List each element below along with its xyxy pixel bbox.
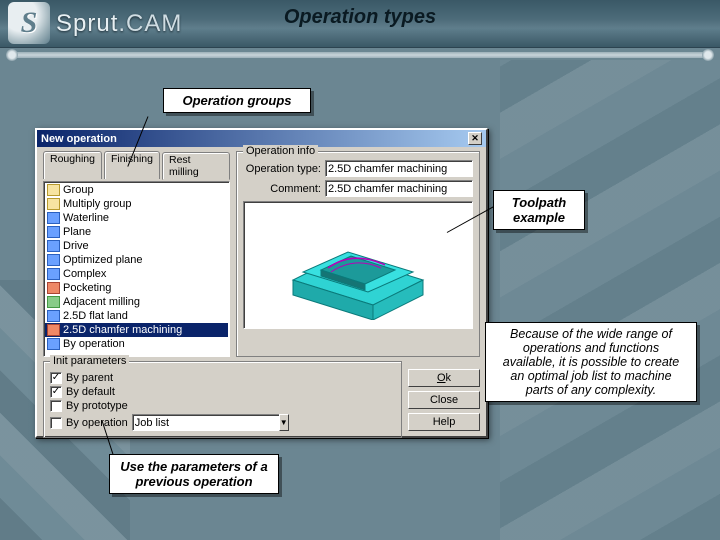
operation-type-field[interactable] — [325, 160, 473, 177]
tree-item[interactable]: 2.5D chamfer machining — [45, 323, 228, 337]
tree-item[interactable]: Plane — [45, 225, 228, 239]
tree-item[interactable]: Optimized plane — [45, 253, 228, 267]
logo-icon: S — [8, 2, 50, 44]
brand-sub: CAM — [126, 10, 182, 37]
tree-item-label: Pocketing — [63, 281, 111, 295]
checkbox-icon[interactable] — [50, 417, 62, 429]
red-icon — [47, 282, 60, 294]
blue-icon — [47, 338, 60, 350]
init-option-label: By operation — [66, 417, 128, 429]
tree-item-label: Group — [63, 183, 94, 197]
tree-item-label: Adjacent milling — [63, 295, 140, 309]
page-title: Operation types — [284, 6, 436, 29]
group-label: Operation info — [243, 145, 318, 157]
tree-item-label: Plane — [63, 225, 91, 239]
dialog-title: New operation — [41, 133, 117, 145]
tree-item[interactable]: Waterline — [45, 211, 228, 225]
close-icon[interactable]: ✕ — [468, 132, 482, 145]
comment-label: Comment: — [243, 183, 321, 195]
tree-item-label: 2.5D chamfer machining — [63, 323, 182, 337]
comment-field[interactable] — [325, 180, 473, 197]
chevron-down-icon[interactable]: ▼ — [279, 414, 289, 431]
init-option-label: By parent — [66, 372, 113, 384]
blue-icon — [47, 226, 60, 238]
callout-description: Because of the wide range of operations … — [485, 322, 697, 402]
callout-use-params: Use the parameters of a previous operati… — [109, 454, 279, 494]
tree-item[interactable]: By operation — [45, 337, 228, 351]
tree-item[interactable]: Adjacent milling — [45, 295, 228, 309]
tree-item-label: Waterline — [63, 211, 109, 225]
checkbox-icon[interactable]: ✓ — [50, 386, 62, 398]
toolpath-preview — [243, 201, 473, 329]
checkbox-icon[interactable]: ✓ — [50, 372, 62, 384]
help-button[interactable]: Help — [408, 413, 480, 431]
init-option-label: By prototype — [66, 400, 128, 412]
blue-icon — [47, 240, 60, 252]
tree-item[interactable]: Drive — [45, 239, 228, 253]
callout-description-text: Because of the wide range of operations … — [496, 327, 686, 397]
operation-tabs: RoughingFinishingRest milling — [43, 151, 230, 179]
green-icon — [47, 296, 60, 308]
tree-item-label: Optimized plane — [63, 253, 143, 267]
tree-item[interactable]: Complex — [45, 267, 228, 281]
callout-toolpath: Toolpath example — [493, 190, 585, 230]
tree-item-label: Drive — [63, 239, 89, 253]
tree-item[interactable]: Multiply group — [45, 197, 228, 211]
brand-main: Sprut — [56, 10, 118, 37]
blue-icon — [47, 310, 60, 322]
tree-item[interactable]: Pocketing — [45, 281, 228, 295]
checkbox-icon[interactable] — [50, 400, 62, 412]
callout-operation-groups: Operation groups — [163, 88, 311, 113]
tree-item-label: Multiply group — [63, 197, 131, 211]
tree-item[interactable]: 2.5D flat land — [45, 309, 228, 323]
type-label: Operation type: — [243, 163, 321, 175]
tree-item-label: 2.5D flat land — [63, 309, 128, 323]
operation-info-group: Operation info Operation type: Comment: — [236, 151, 480, 357]
tree-item[interactable]: Group — [45, 183, 228, 197]
init-option[interactable]: By prototype — [50, 400, 395, 412]
blue-icon — [47, 212, 60, 224]
brand: Sprut.CAM — [56, 10, 182, 38]
init-group-label: Init parameters — [50, 355, 129, 367]
blue-icon — [47, 254, 60, 266]
blue-icon — [47, 268, 60, 280]
preview-icon — [273, 210, 443, 320]
init-option[interactable]: ✓ By default — [50, 386, 395, 398]
ok-button[interactable]: Ok — [408, 369, 480, 387]
operation-tree-panel: RoughingFinishingRest milling GroupMulti… — [43, 151, 230, 357]
decor-rail — [10, 52, 710, 58]
tree-item-label: Complex — [63, 267, 106, 281]
operation-tree[interactable]: GroupMultiply groupWaterlinePlaneDriveOp… — [43, 181, 230, 357]
combo-input[interactable] — [132, 414, 279, 431]
close-button[interactable]: Close — [408, 391, 480, 409]
init-parameters-group: Init parameters ✓By parent✓By defaultBy … — [43, 361, 402, 438]
tab-rest-milling[interactable]: Rest milling — [162, 152, 230, 180]
red-icon — [47, 324, 60, 336]
init-option-label: By default — [66, 386, 115, 398]
brand-dot: . — [118, 10, 126, 37]
folder-icon — [47, 198, 60, 210]
new-operation-dialog: New operation ✕ RoughingFinishingRest mi… — [35, 128, 488, 438]
tab-roughing[interactable]: Roughing — [43, 151, 102, 179]
operation-combo[interactable]: ▼ — [132, 414, 262, 431]
tree-item-label: By operation — [63, 337, 125, 351]
dialog-buttons: Ok Close Help — [408, 361, 480, 438]
init-option[interactable]: ✓ By parent — [50, 372, 395, 384]
folder-icon — [47, 184, 60, 196]
